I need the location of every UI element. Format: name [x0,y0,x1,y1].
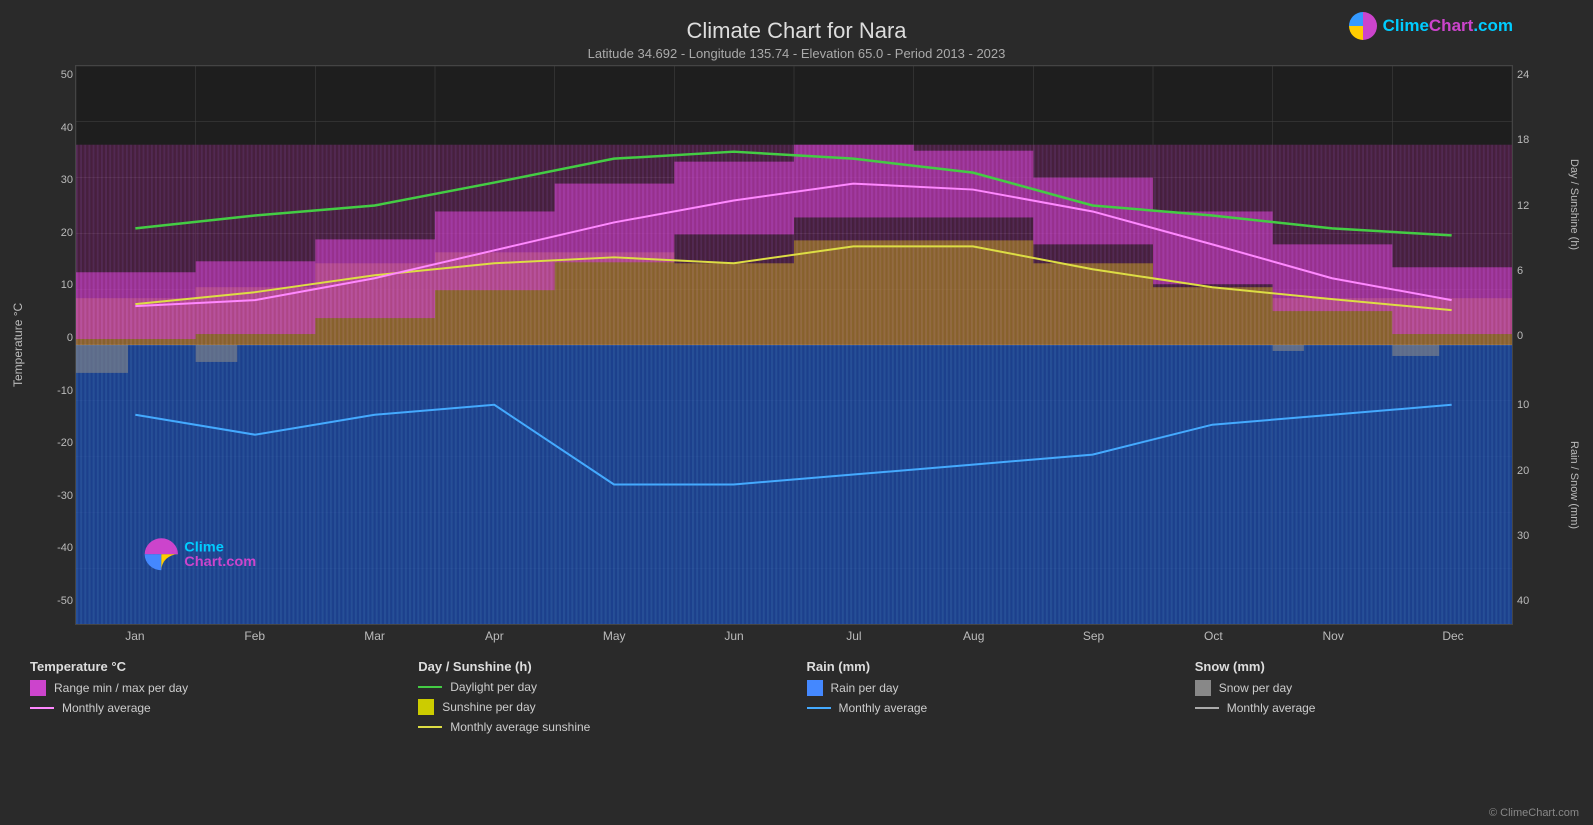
logo-top-right: ClimeChart.com [1349,12,1513,40]
main-title: Climate Chart for Nara [10,18,1583,44]
legend-rain-avg-swatch [807,707,831,709]
legend-snow-bar-label: Snow per day [1219,681,1292,695]
legend-rain-avg: Monthly average [807,701,1175,715]
legend-rain-bar-label: Rain per day [831,681,899,695]
logo-text-top: ClimeChart.com [1383,16,1513,36]
legend-temp-range-label: Range min / max per day [54,681,188,695]
subtitle: Latitude 34.692 - Longitude 135.74 - Ele… [10,46,1583,61]
legend-snow-bar-swatch [1195,680,1211,696]
right-label-rain: Rain / Snow (mm) [1566,345,1582,625]
copyright: © ClimeChart.com [1489,807,1579,819]
legend-daylight-label: Daylight per day [450,680,537,694]
legend-snow-avg-swatch [1195,707,1219,709]
chart-inner: Clime Chart.com [75,65,1513,625]
legend-rain: Rain (mm) Rain per day Monthly average [797,655,1185,743]
x-axis: Jan Feb Mar Apr May Jun Jul Aug Sep Oct … [75,625,1513,647]
y-axis-left: Temperature °C 50 40 30 20 10 0 -10 -20 … [10,65,75,625]
y-axis-left-label: Temperature °C [10,65,26,625]
legend-snow-avg: Monthly average [1195,701,1563,715]
legend-temp-avg-label: Monthly average [62,701,151,715]
legend-daylight: Daylight per day [418,680,786,694]
legend-rain-bar-swatch [807,680,823,696]
svg-text:Chart.com: Chart.com [184,554,256,570]
chart-svg: Clime Chart.com [76,66,1512,624]
y-axis-right-ticks: 24 18 12 6 0 10 20 30 40 [1513,65,1565,625]
legend-snow-bar: Snow per day [1195,680,1563,696]
legend-snow-avg-label: Monthly average [1227,701,1316,715]
legend-temperature-title: Temperature °C [30,659,398,674]
legend-temp-range: Range min / max per day [30,680,398,696]
legend-daylight-swatch [418,686,442,688]
title-area: Climate Chart for Nara Latitude 34.692 -… [10,10,1583,61]
legend-sunshine-bar: Sunshine per day [418,699,786,715]
legend-area: Temperature °C Range min / max per day M… [20,655,1573,743]
y-axis-right: 24 18 12 6 0 10 20 30 40 Day / Sunshine … [1513,65,1583,625]
svg-text:Clime: Clime [184,540,224,556]
legend-rain-bar: Rain per day [807,680,1175,696]
legend-rain-title: Rain (mm) [807,659,1175,674]
legend-temp-range-swatch [30,680,46,696]
legend-snow-title: Snow (mm) [1195,659,1563,674]
rain-stripes [76,345,1512,624]
legend-temp-avg: Monthly average [30,701,398,715]
right-label-sunshine: Day / Sunshine (h) [1566,65,1582,345]
temp-stripes [76,145,1512,345]
legend-sunshine-bar-label: Sunshine per day [442,700,535,714]
legend-avg-sunshine-swatch [418,726,442,728]
legend-snow: Snow (mm) Snow per day Monthly average [1185,655,1573,743]
legend-sunshine-title: Day / Sunshine (h) [418,659,786,674]
legend-temperature: Temperature °C Range min / max per day M… [20,655,408,743]
legend-sunshine-bar-swatch [418,699,434,715]
legend-temp-avg-swatch [30,707,54,709]
y-axis-left-ticks: 50 40 30 20 10 0 -10 -20 -30 -40 -50 [26,65,75,625]
main-container: Climate Chart for Nara Latitude 34.692 -… [0,0,1593,825]
legend-avg-sunshine-label: Monthly average sunshine [450,720,590,734]
legend-rain-avg-label: Monthly average [839,701,928,715]
logo-circle-top [1349,12,1377,40]
legend-sunshine: Day / Sunshine (h) Daylight per day Suns… [408,655,796,743]
legend-avg-sunshine: Monthly average sunshine [418,720,786,734]
